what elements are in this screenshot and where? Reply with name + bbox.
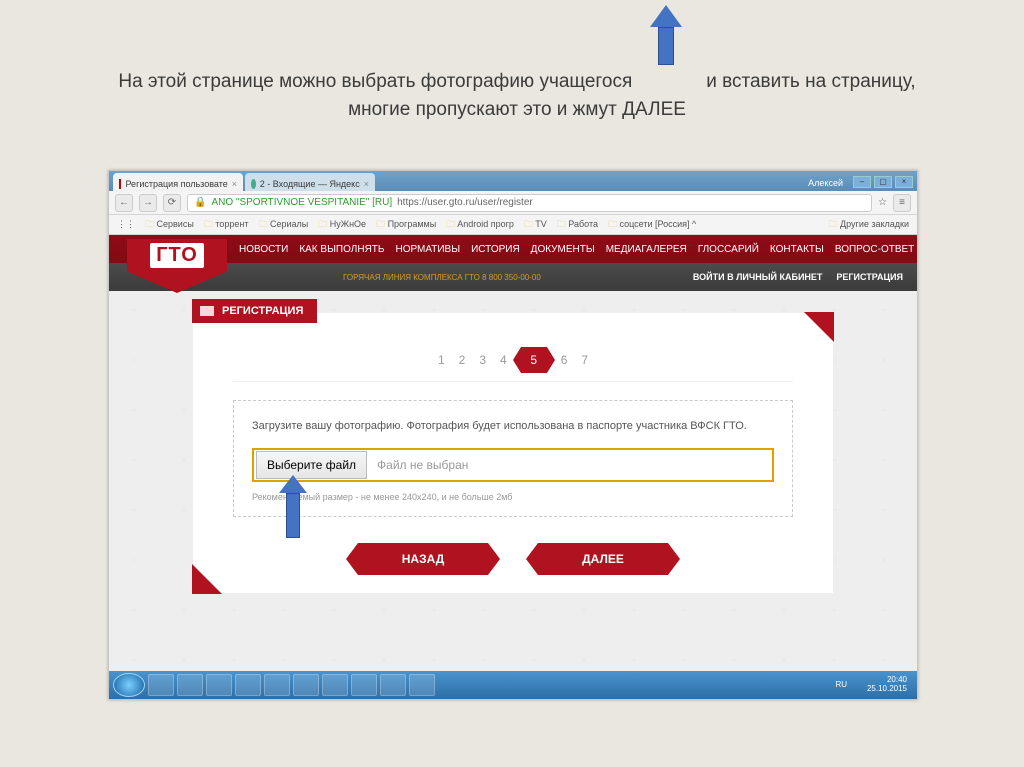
bookmark-item[interactable]: Программы: [376, 217, 436, 233]
step[interactable]: 3: [479, 353, 486, 367]
nav-item[interactable]: ВОПРОС-ОТВЕТ: [835, 244, 914, 255]
nav-item[interactable]: НОВОСТИ: [239, 244, 288, 255]
tab-label: 2 - Входящие — Яндекс: [260, 179, 360, 189]
nav-item[interactable]: МЕДИАГАЛЕРЕЯ: [606, 244, 687, 255]
caption-left: На этой странице можно выбрать фотографи…: [118, 71, 632, 92]
tab-strip: Регистрация пользовате × 2 - Входящие — …: [109, 171, 917, 191]
button-row: НАЗАД ДАЛЕЕ: [193, 543, 833, 575]
back-step-button[interactable]: НАЗАД: [358, 543, 488, 575]
taskbar-item[interactable]: [351, 674, 377, 696]
recommendation-text: Рекомендуемый размер - не менее 240x240,…: [252, 492, 774, 502]
corner-decor: [804, 312, 834, 342]
close-button[interactable]: ×: [895, 176, 913, 188]
taskbar-item[interactable]: [177, 674, 203, 696]
bookmark-item[interactable]: НуЖнОе: [318, 217, 366, 233]
step[interactable]: 2: [459, 353, 466, 367]
site-header: ГТО НОВОСТИ КАК ВЫПОЛНЯТЬ НОРМАТИВЫ ИСТО…: [109, 235, 917, 291]
back-button[interactable]: ←: [115, 194, 133, 212]
address-security: ANO "SPORTIVNOE VESPITANIE" [RU]: [211, 197, 392, 208]
lock-icon: 🔒: [194, 197, 206, 208]
choose-file-button[interactable]: Выберите файл: [256, 451, 367, 479]
nav-item[interactable]: ИСТОРИЯ: [471, 244, 520, 255]
step[interactable]: 7: [581, 353, 588, 367]
tab-label: Регистрация пользовате: [125, 179, 227, 189]
address-bar[interactable]: 🔒 ANO "SPORTIVNOE VESPITANIE" [RU] https…: [187, 194, 872, 212]
favicon-icon: [251, 179, 256, 189]
menu-button[interactable]: ≡: [893, 194, 911, 212]
bookmarks-bar: ⋮⋮ Сервисы торрент Сериалы НуЖнОе Програ…: [109, 215, 917, 235]
nav-item[interactable]: ДОКУМЕНТЫ: [531, 244, 595, 255]
bookmark-item[interactable]: Сериалы: [258, 217, 308, 233]
nav-item[interactable]: КОНТАКТЫ: [770, 244, 824, 255]
stepper: 1 2 3 4 5 6 7: [233, 313, 793, 382]
bookmark-item[interactable]: торрент: [204, 217, 249, 233]
taskbar-item[interactable]: [380, 674, 406, 696]
bookmark-item[interactable]: соцсети [Россия] ^: [608, 217, 696, 233]
close-icon[interactable]: ×: [364, 179, 369, 189]
registration-panel: РЕГИСТРАЦИЯ 1 2 3 4 5 6 7 Загрузите вашу…: [193, 313, 833, 593]
step[interactable]: 6: [561, 353, 568, 367]
site-nav: НОВОСТИ КАК ВЫПОЛНЯТЬ НОРМАТИВЫ ИСТОРИЯ …: [109, 235, 917, 263]
bookmark-item[interactable]: Android прогр: [446, 217, 514, 233]
slide-caption: На этой странице можно выбрать фотографи…: [70, 68, 964, 123]
taskbar-item[interactable]: [148, 674, 174, 696]
step[interactable]: 1: [438, 353, 445, 367]
site-subbar: ГОРЯЧАЯ ЛИНИЯ КОМПЛЕКСА ГТО 8 800 350-00…: [109, 263, 917, 291]
bookmark-other[interactable]: Другие закладки: [829, 217, 909, 233]
panel-title: РЕГИСТРАЦИЯ: [192, 299, 317, 323]
window-controls: – ▢ ×: [849, 176, 917, 191]
minimize-button[interactable]: –: [853, 176, 871, 188]
tray-lang: RU: [835, 681, 847, 690]
browser-tab[interactable]: 2 - Входящие — Яндекс ×: [245, 173, 375, 191]
step[interactable]: 4: [500, 353, 507, 367]
start-button[interactable]: [113, 673, 145, 697]
address-row: ← → ⟳ 🔒 ANO "SPORTIVNOE VESPITANIE" [RU]…: [109, 191, 917, 215]
upload-instruction: Загрузите вашу фотографию. Фотография бу…: [252, 419, 774, 434]
star-icon[interactable]: ☆: [878, 197, 887, 208]
no-file-label: Файл не выбран: [369, 458, 468, 472]
browser-window: Регистрация пользовате × 2 - Входящие — …: [108, 170, 918, 700]
upload-box: Загрузите вашу фотографию. Фотография бу…: [233, 400, 793, 517]
taskbar-item[interactable]: [264, 674, 290, 696]
bookmark-item[interactable]: Сервисы: [145, 217, 194, 233]
caption-right: и вставить на страницу,: [706, 71, 915, 92]
corner-decor: [192, 564, 222, 594]
logo-text: ГТО: [150, 243, 204, 268]
file-input-wrapper: Выберите файл Файл не выбран: [252, 448, 774, 482]
nav-item[interactable]: ГЛОССАРИЙ: [698, 244, 759, 255]
windows-taskbar: RU 20:40 25.10.2015: [109, 671, 917, 699]
taskbar-item[interactable]: [206, 674, 232, 696]
annotation-arrow-bottom: [279, 475, 307, 538]
login-link[interactable]: ВОЙТИ В ЛИЧНЫЙ КАБИНЕТ: [693, 272, 823, 282]
taskbar-item[interactable]: [235, 674, 261, 696]
annotation-arrow-top: [652, 5, 680, 65]
taskbar-item[interactable]: [293, 674, 319, 696]
system-tray[interactable]: RU 20:40 25.10.2015: [861, 676, 913, 694]
register-link[interactable]: РЕГИСТРАЦИЯ: [836, 272, 903, 282]
next-step-button[interactable]: ДАЛЕЕ: [538, 543, 668, 575]
forward-button[interactable]: →: [139, 194, 157, 212]
nav-item[interactable]: КАК ВЫПОЛНЯТЬ: [299, 244, 384, 255]
close-icon[interactable]: ×: [232, 179, 237, 189]
taskbar-item[interactable]: [409, 674, 435, 696]
chrome-user-label[interactable]: Алексей: [802, 178, 849, 191]
step-active[interactable]: 5: [521, 347, 547, 373]
hotline-text: ГОРЯЧАЯ ЛИНИЯ КОМПЛЕКСА ГТО 8 800 350-00…: [343, 273, 541, 282]
page-viewport: ГТО НОВОСТИ КАК ВЫПОЛНЯТЬ НОРМАТИВЫ ИСТО…: [109, 235, 917, 671]
maximize-button[interactable]: ▢: [874, 176, 892, 188]
taskbar-item[interactable]: [322, 674, 348, 696]
bookmark-item[interactable]: TV: [524, 217, 547, 233]
apps-button[interactable]: ⋮⋮: [117, 219, 135, 230]
reload-button[interactable]: ⟳: [163, 194, 181, 212]
caption-line2: многие пропускают это и жмут ДАЛЕЕ: [348, 99, 686, 120]
tray-date: 25.10.2015: [867, 685, 907, 694]
address-url: https://user.gto.ru/user/register: [397, 197, 533, 208]
nav-item[interactable]: НОРМАТИВЫ: [395, 244, 460, 255]
browser-tab-active[interactable]: Регистрация пользовате ×: [113, 173, 243, 191]
favicon-icon: [119, 179, 121, 189]
bookmark-item[interactable]: Работа: [557, 217, 598, 233]
